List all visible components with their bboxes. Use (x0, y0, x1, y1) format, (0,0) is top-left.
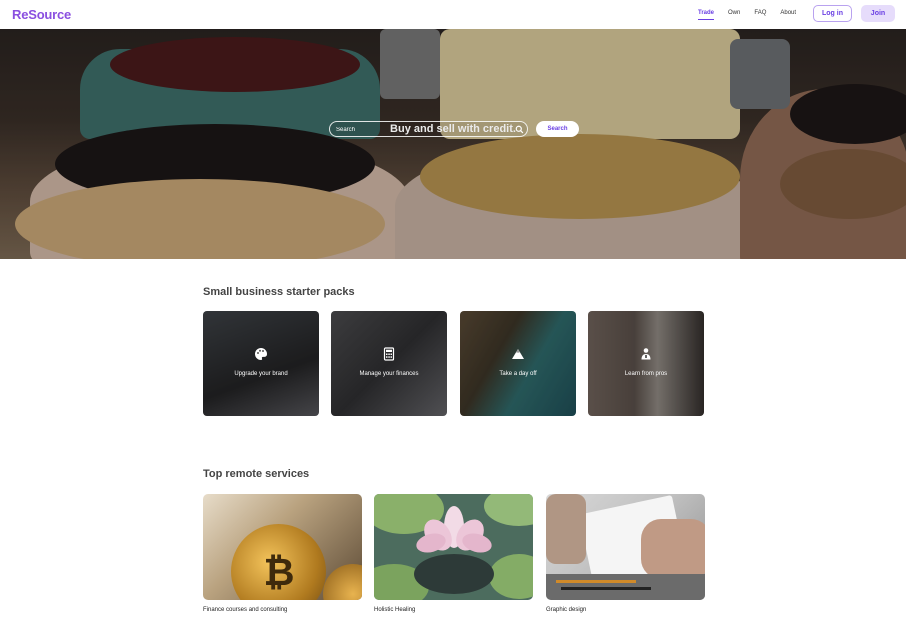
pack-card-brand[interactable]: Upgrade your brand (203, 311, 319, 416)
search-icon[interactable] (515, 125, 524, 134)
service-label[interactable]: Graphic design (546, 607, 586, 613)
nav-links: Trade Own FAQ About (698, 10, 810, 20)
service-card-healing[interactable] (374, 494, 533, 600)
nav-link-own[interactable]: Own (728, 10, 740, 16)
pack-label: Manage your finances (359, 371, 419, 377)
bitcoin-icon: ₿ (263, 550, 295, 594)
top-nav: ReSource Trade Own FAQ About Log in Join (0, 0, 906, 29)
search-button[interactable]: Search (536, 121, 579, 137)
service-label[interactable]: Holistic Healing (374, 607, 415, 613)
pack-card-day-off[interactable]: Take a day off (460, 311, 576, 416)
logo[interactable]: ReSource (12, 7, 71, 22)
palette-icon (255, 348, 268, 360)
presenter-icon (641, 348, 651, 360)
pack-label: Upgrade your brand (234, 371, 288, 377)
login-button[interactable]: Log in (813, 5, 852, 22)
starter-packs-title: Small business starter packs (203, 286, 355, 298)
hero-search-box (329, 121, 528, 137)
mountain-icon (512, 349, 524, 359)
service-label[interactable]: Finance courses and consulting (203, 607, 287, 613)
calculator-icon (383, 347, 395, 361)
hero-banner: Buy and sell with credit. (0, 29, 906, 259)
pack-card-finances[interactable]: Manage your finances (331, 311, 447, 416)
service-card-graphic-design[interactable] (546, 494, 705, 600)
join-button[interactable]: Join (861, 5, 895, 22)
nav-link-trade[interactable]: Trade (698, 10, 715, 20)
nav-link-about[interactable]: About (780, 10, 796, 16)
search-input[interactable] (336, 124, 506, 135)
pack-label: Take a day off (499, 371, 537, 377)
pack-card-learn[interactable]: Learn from pros (588, 311, 704, 416)
service-card-finance[interactable]: ₿ (203, 494, 362, 600)
remote-services-title: Top remote services (203, 468, 310, 480)
lotus-flower-image (414, 506, 494, 561)
nav-link-faq[interactable]: FAQ (754, 10, 766, 16)
pack-label: Learn from pros (624, 371, 668, 377)
